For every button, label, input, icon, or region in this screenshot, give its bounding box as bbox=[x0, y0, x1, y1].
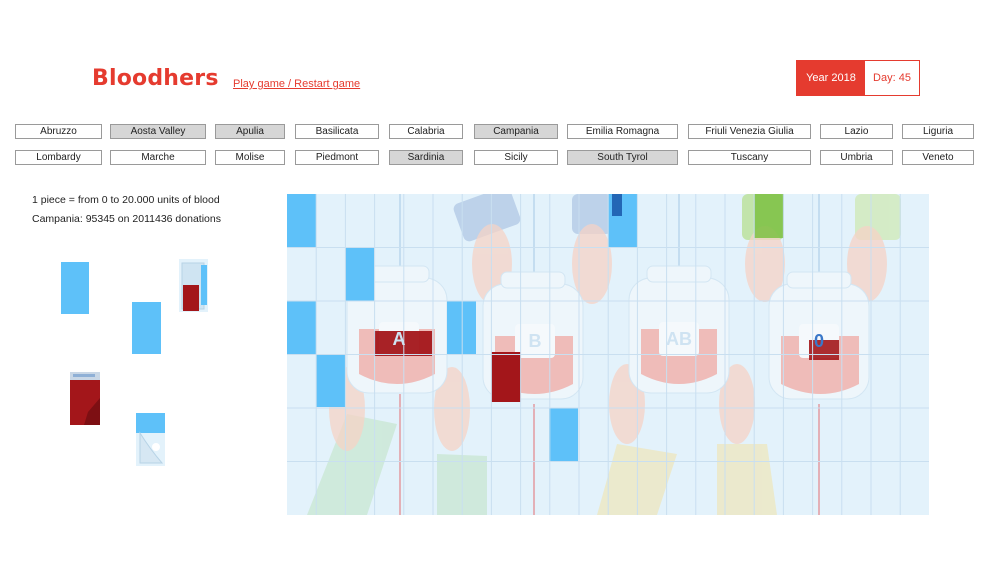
region-label: Lazio bbox=[844, 126, 869, 137]
region-button-abruzzo[interactable]: Abruzzo bbox=[15, 124, 102, 139]
region-label: Friuli Venezia Giulia bbox=[705, 126, 794, 137]
bag-label-ab: AB bbox=[666, 328, 692, 349]
region-button-campania[interactable]: Campania bbox=[474, 124, 558, 139]
region-label: Abruzzo bbox=[40, 126, 77, 137]
region-label: Campania bbox=[493, 126, 539, 137]
region-button-tuscany[interactable]: Tuscany bbox=[688, 150, 811, 165]
year-label: Year 2018 bbox=[797, 61, 865, 95]
region-label: Apulia bbox=[236, 126, 264, 137]
puzzle-piece[interactable] bbox=[179, 259, 208, 312]
bag-fragment-icon bbox=[179, 259, 208, 312]
region-button-sardinia[interactable]: Sardinia bbox=[389, 150, 463, 165]
region-button-lazio[interactable]: Lazio bbox=[820, 124, 893, 139]
region-button-friuli-venezia-giulia[interactable]: Friuli Venezia Giulia bbox=[688, 124, 811, 139]
region-button-aosta-valley[interactable]: Aosta Valley bbox=[110, 124, 206, 139]
region-label: Umbria bbox=[840, 152, 873, 163]
region-label: Lombardy bbox=[36, 152, 81, 163]
region-button-molise[interactable]: Molise bbox=[215, 150, 285, 165]
puzzle-piece[interactable] bbox=[70, 372, 100, 425]
region-button-marche[interactable]: Marche bbox=[110, 150, 206, 165]
puzzle-piece[interactable] bbox=[132, 302, 161, 354]
region-label: Basilicata bbox=[315, 126, 359, 137]
piece-legend: 1 piece = from 0 to 20.000 units of bloo… bbox=[32, 194, 220, 206]
bag-label-a: A bbox=[392, 328, 406, 349]
region-summary: Campania: 95345 on 2011436 donations bbox=[32, 213, 221, 225]
bag-bottom-fragment-icon bbox=[136, 413, 165, 466]
day-label: Day: 45 bbox=[873, 72, 911, 84]
region-label: Piedmont bbox=[315, 152, 359, 163]
region-button-basilicata[interactable]: Basilicata bbox=[295, 124, 379, 139]
region-button-umbria[interactable]: Umbria bbox=[820, 150, 893, 165]
region-label: Sicily bbox=[504, 152, 528, 163]
blood-fragment-icon bbox=[70, 372, 100, 425]
region-button-sicily[interactable]: Sicily bbox=[474, 150, 558, 165]
puzzle-piece[interactable] bbox=[61, 262, 89, 314]
bag-label-b: B bbox=[528, 330, 542, 351]
region-button-liguria[interactable]: Liguria bbox=[902, 124, 974, 139]
region-label: Tuscany bbox=[730, 152, 769, 163]
bag-label-0: 0 bbox=[813, 330, 824, 351]
region-label: Marche bbox=[141, 152, 175, 163]
year-day-indicator: Year 2018 Day: 45 bbox=[796, 60, 920, 96]
region-button-calabria[interactable]: Calabria bbox=[389, 124, 463, 139]
region-label: South Tyrol bbox=[597, 152, 648, 163]
region-button-lombardy[interactable]: Lombardy bbox=[15, 150, 102, 165]
region-button-apulia[interactable]: Apulia bbox=[215, 124, 285, 139]
region-label: Liguria bbox=[922, 126, 954, 137]
region-button-piedmont[interactable]: Piedmont bbox=[295, 150, 379, 165]
region-label: Molise bbox=[235, 152, 265, 163]
puzzle-board[interactable]: A B AB 0 bbox=[287, 194, 929, 515]
region-button-south-tyrol[interactable]: South Tyrol bbox=[567, 150, 678, 165]
region-button-veneto[interactable]: Veneto bbox=[902, 150, 974, 165]
region-label: Emilia Romagna bbox=[585, 126, 660, 137]
region-label: Calabria bbox=[407, 126, 445, 137]
play-restart-link[interactable]: Play game / Restart game bbox=[233, 78, 360, 90]
app-logo: Bloodhers bbox=[92, 66, 219, 91]
region-label: Veneto bbox=[922, 152, 954, 163]
region-button-emilia-romagna[interactable]: Emilia Romagna bbox=[567, 124, 678, 139]
puzzle-piece[interactable] bbox=[136, 413, 165, 466]
region-label: Aosta Valley bbox=[130, 126, 186, 137]
region-label: Sardinia bbox=[407, 152, 445, 163]
